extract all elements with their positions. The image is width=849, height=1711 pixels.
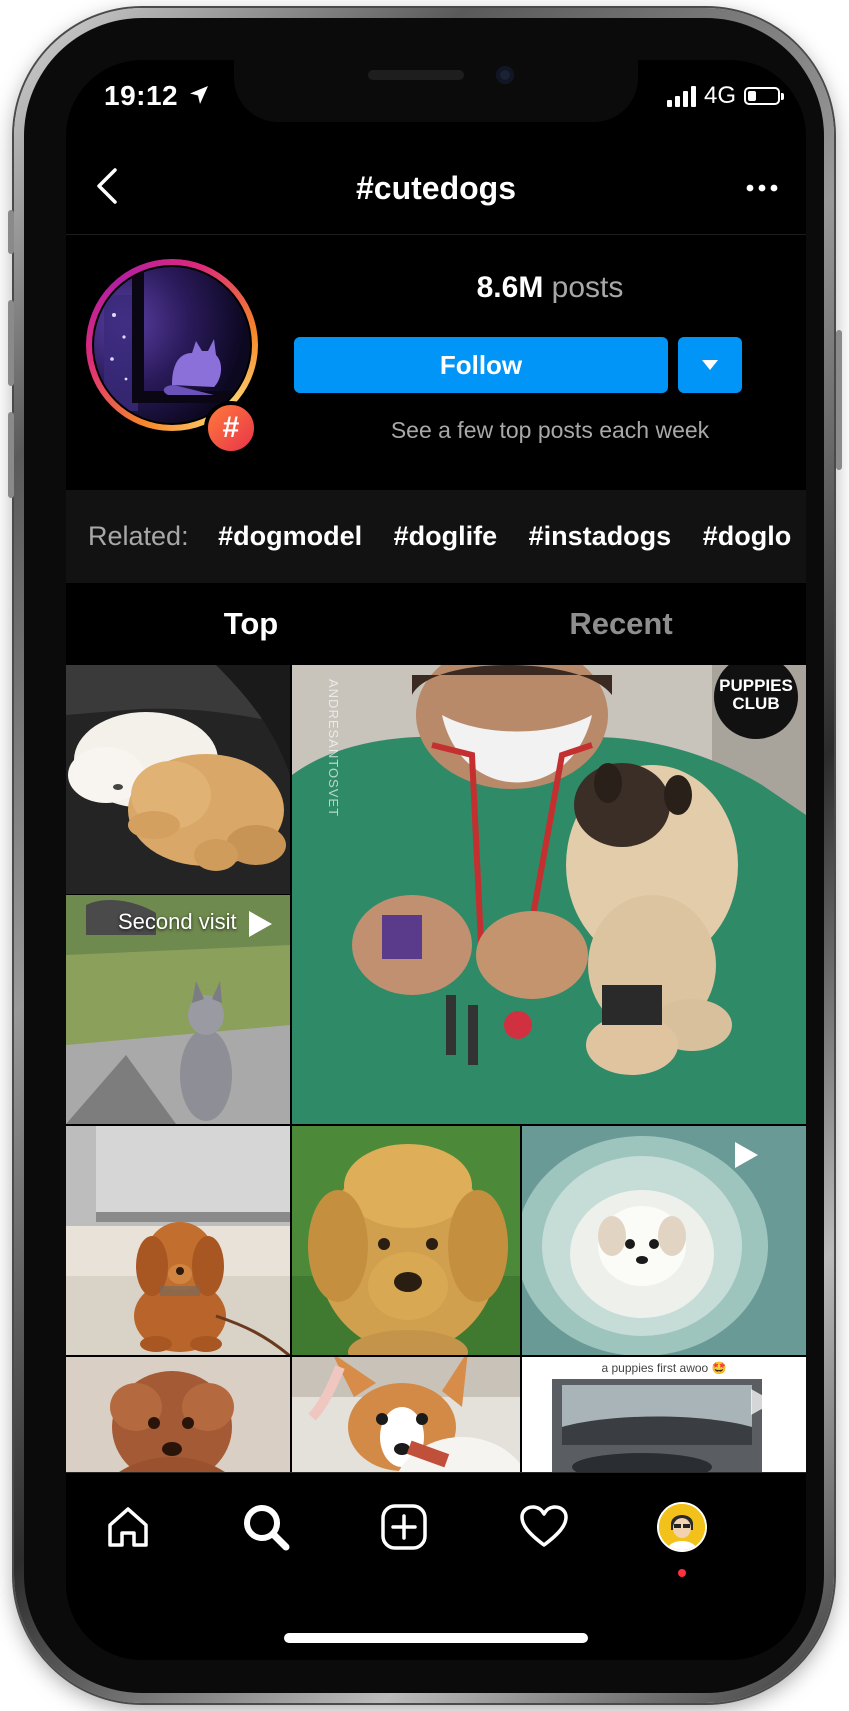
volume-up-button [8,300,14,386]
hashtag-badge: # [204,401,258,455]
post-tile-sleeping-puppies[interactable] [66,665,290,894]
status-indicators: 4G [666,82,784,110]
post-tile-vet-pug[interactable]: ANDRESANTOSVET PUPPIES CLUB [292,665,806,1124]
nav-home[interactable] [96,1495,160,1559]
related-label: Related: [88,521,189,551]
feed-tabs: Top Recent [66,583,806,665]
app-screen: 19:12 4G #cutedogs # 8.6M posts Follow S… [66,60,806,1660]
creator-watermark: ANDRESANTOSVET [326,679,341,818]
related-hashtags: Related: #dogmodel #doglife #instadogs #… [66,490,806,583]
post-count-number: 8.6M [476,271,544,304]
post-tile-corgi[interactable] [292,1357,520,1472]
hashtag-profile: # 8.6M posts Follow See a few top posts … [66,235,806,490]
play-icon [249,911,272,937]
follow-button[interactable]: Follow [294,337,668,393]
bottom-tab-bar [66,1472,806,1660]
nav-activity[interactable] [512,1495,576,1559]
network-type: 4G [703,82,736,109]
post-tile-second-visit[interactable]: Second visit [66,895,290,1124]
more-horizontal-icon [746,184,778,192]
post-count: 8.6M posts [294,271,806,305]
play-icon [735,1142,758,1168]
speaker-grille [368,70,464,80]
post-tile-fluffy-puppy[interactable] [522,1126,806,1355]
vet-holding-pug-image [292,665,806,1124]
corgi-puppy-image [292,1357,520,1472]
brand-line-2: CLUB [732,694,780,713]
front-camera [496,66,514,84]
follow-options-button[interactable] [678,337,742,393]
cocker-spaniel-image [66,1126,290,1355]
red-poodle-image [66,1357,290,1472]
brand-line-1: PUPPIES [719,676,793,695]
related-tag-instadogs[interactable]: #instadogs [529,490,672,583]
post-count-label: posts [551,271,624,304]
follow-subtitle: See a few top posts each week [390,417,710,443]
volume-down-button [8,412,14,498]
post-tile-doodle[interactable] [292,1126,520,1355]
related-tag-doglo[interactable]: #doglo [703,490,792,583]
hashtag-avatar [94,267,250,423]
tab-top[interactable]: Top [66,583,436,665]
nav-search[interactable] [234,1495,298,1559]
power-button [836,330,842,470]
home-indicator [284,1633,588,1643]
header: #cutedogs [66,142,806,235]
post-tile-puppy-car[interactable]: a puppies first awoo 🤩 [522,1357,806,1472]
search-icon [244,1505,290,1551]
battery-level [748,91,756,101]
avatar-illustration [659,1504,705,1550]
fluffy-white-puppy-image [522,1126,806,1355]
post-tile-poodle[interactable] [66,1357,290,1472]
cellular-signal-icon [666,85,696,107]
play-icon [751,1389,774,1415]
related-tag-doglife[interactable]: #doglife [394,490,498,583]
device-notch [234,60,638,122]
golden-doodle-image [292,1126,520,1355]
puppy-car-caption: a puppies first awoo 🤩 [522,1357,806,1379]
post-tile-cocker-spaniel[interactable] [66,1126,290,1355]
mute-switch [8,210,14,254]
battery-icon [744,87,784,105]
home-icon [108,1507,148,1547]
post-grid: Second visit ANDRESANTOSVET PUPPIES CLUB… [66,665,806,1472]
related-tag-dogmodel[interactable]: #dogmodel [218,490,362,583]
nav-create-post[interactable] [372,1495,436,1559]
profile-notification-dot [678,1569,686,1577]
status-time: 19:12 [104,80,179,111]
more-options-button[interactable] [740,166,784,210]
cat-silhouette-image [104,267,244,411]
add-post-icon [381,1504,427,1550]
page-title: #cutedogs [355,170,517,206]
second-visit-caption: Second visit [118,909,237,934]
caret-down-icon [702,360,718,370]
nav-profile[interactable] [650,1495,714,1559]
profile-avatar [657,1502,707,1552]
tab-recent[interactable]: Recent [436,583,806,665]
heart-icon [520,1505,568,1547]
location-arrow-icon [190,86,208,104]
sleeping-puppies-image [66,665,290,894]
